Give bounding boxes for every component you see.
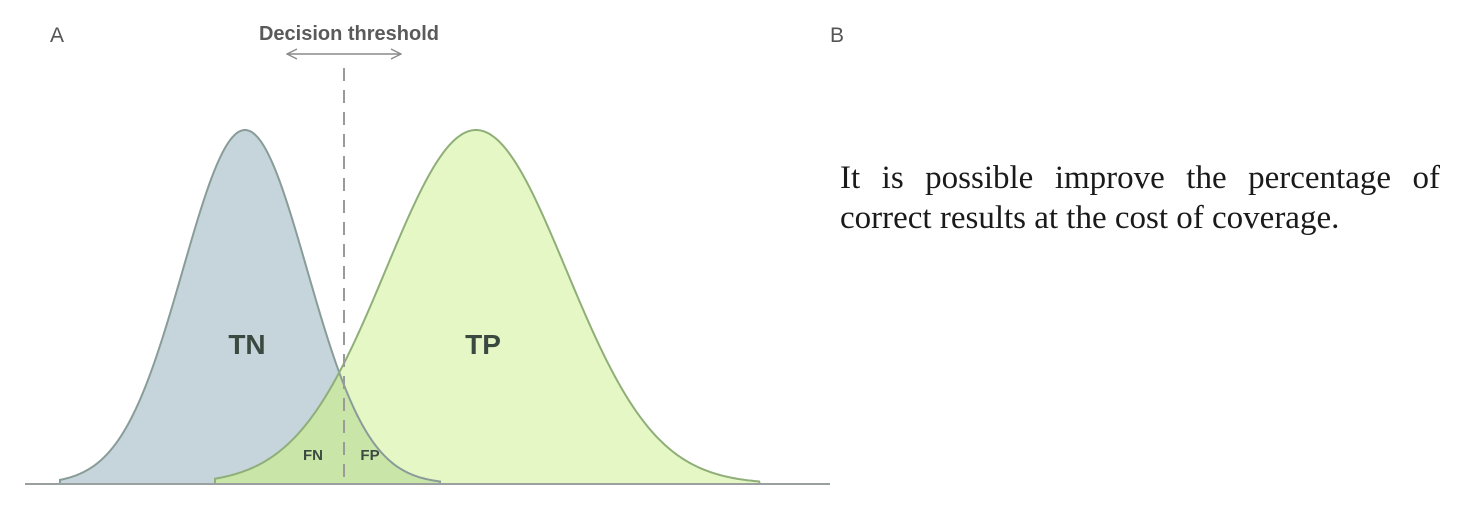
fn-label: FN (303, 447, 323, 464)
tp-label: TP (465, 329, 501, 360)
decision-threshold-diagram: Decision threshold TN TP FN FP (25, 23, 830, 485)
caption-line-1: It is possible improve the percentage of (840, 160, 1440, 196)
caption-line-2: correct results at the cost of coverage. (840, 200, 1340, 236)
caption-text: It is possible improve the percentage of… (840, 158, 1440, 238)
fp-label: FP (360, 447, 379, 464)
threshold-label: Decision threshold (259, 23, 439, 45)
tn-label: TN (228, 329, 265, 360)
